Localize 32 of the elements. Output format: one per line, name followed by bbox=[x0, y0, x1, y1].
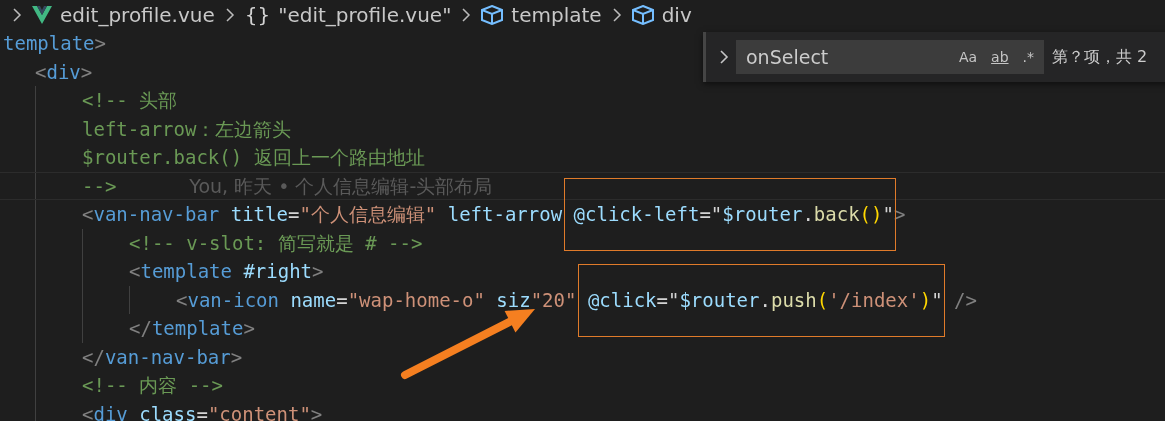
code-line: </template> bbox=[129, 316, 255, 341]
chevron-icon bbox=[12, 7, 22, 22]
find-option-toggle[interactable]: Aa bbox=[954, 47, 982, 67]
breadcrumb-item[interactable]: {} "edit_profile.vue" bbox=[244, 2, 452, 27]
code-line: <!-- 内容 --> bbox=[82, 373, 223, 398]
code-line: left-arrow：左边箭头 bbox=[82, 116, 292, 142]
breadcrumb-item[interactable]: div bbox=[631, 2, 692, 27]
code-line: $router.back() 返回上一个路由地址 bbox=[82, 145, 425, 170]
code-line: <div class="content"> bbox=[82, 401, 323, 421]
code-line: template> bbox=[3, 31, 106, 56]
code-line: --> bbox=[82, 173, 117, 199]
chevron-icon bbox=[461, 7, 472, 22]
code-line: <van-icon name="wap-home-o" siz"20" @click="$router.push('/index')" /> bbox=[176, 287, 977, 313]
breadcrumb-item[interactable]: template bbox=[481, 2, 602, 27]
code-line: <template #right> bbox=[129, 259, 324, 284]
code-line: <div> bbox=[35, 59, 93, 85]
braces-icon: {} bbox=[244, 2, 271, 27]
v-icon bbox=[32, 5, 52, 24]
code-line: <!-- v-slot: 简写就是 # --> bbox=[129, 230, 423, 256]
match-count: 第？项，共 2 bbox=[1052, 46, 1148, 68]
chevron-icon bbox=[719, 49, 729, 65]
find-option-toggle[interactable]: .* bbox=[1018, 47, 1038, 67]
code-line: </van-nav-bar> bbox=[82, 344, 243, 370]
chevron-icon bbox=[611, 7, 622, 22]
cube-icon bbox=[631, 4, 654, 25]
chevron-icon bbox=[224, 7, 235, 22]
git-blame-annotation: You, 昨天 • 个人信息编辑-头部布局 bbox=[189, 173, 493, 199]
find-input[interactable]: onSelect Aa ab .* bbox=[736, 40, 1044, 74]
code-line: <!-- 头部 bbox=[82, 88, 178, 113]
cube-icon bbox=[481, 4, 504, 25]
find-option-toggle[interactable]: ab bbox=[987, 47, 1013, 67]
breadcrumb-item[interactable]: edit_profile.vue bbox=[32, 2, 215, 27]
